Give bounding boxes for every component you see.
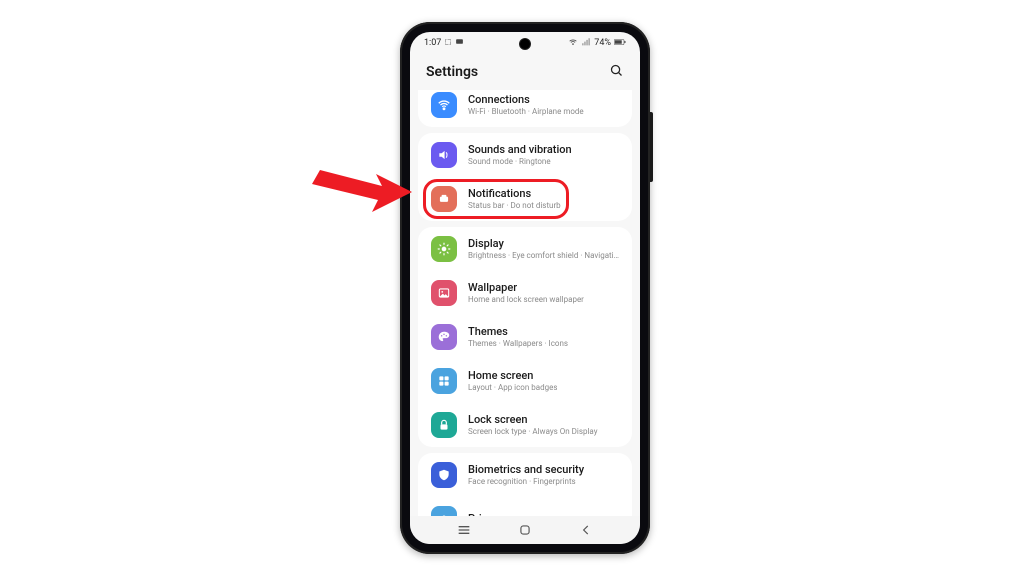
nav-back-button[interactable] bbox=[578, 522, 594, 538]
image-icon bbox=[431, 280, 457, 306]
lock-icon bbox=[431, 412, 457, 438]
bell-icon bbox=[431, 186, 457, 212]
sun-icon bbox=[431, 236, 457, 262]
palette-icon bbox=[431, 324, 457, 350]
item-title: Notifications bbox=[468, 187, 561, 200]
settings-header: Settings bbox=[410, 54, 640, 90]
settings-list[interactable]: Connections Wi-Fi · Bluetooth · Airplane… bbox=[410, 90, 640, 516]
settings-item-home[interactable]: Home screen Layout · App icon badges bbox=[418, 359, 632, 403]
settings-item-wallpaper[interactable]: Wallpaper Home and lock screen wallpaper bbox=[418, 271, 632, 315]
wifi-icon bbox=[431, 92, 457, 118]
settings-item-biometrics[interactable]: Biometrics and security Face recognition… bbox=[418, 453, 632, 497]
item-subtitle: Home and lock screen wallpaper bbox=[468, 295, 584, 305]
annotation-arrow-icon bbox=[312, 170, 422, 230]
item-subtitle: Layout · App icon badges bbox=[468, 383, 557, 393]
volume-icon bbox=[431, 142, 457, 168]
item-title: Sounds and vibration bbox=[468, 143, 572, 156]
item-title: Home screen bbox=[468, 369, 557, 382]
settings-item-notifications[interactable]: Notifications Status bar · Do not distur… bbox=[418, 177, 632, 221]
settings-item-connections[interactable]: Connections Wi-Fi · Bluetooth · Airplane… bbox=[418, 90, 632, 127]
status-card-icon bbox=[455, 37, 464, 49]
item-title: Biometrics and security bbox=[468, 463, 584, 476]
nav-home-button[interactable] bbox=[517, 522, 533, 538]
signal-icon bbox=[581, 37, 591, 50]
item-subtitle: Themes · Wallpapers · Icons bbox=[468, 339, 568, 349]
phone-screen: 1:07 74% bbox=[410, 32, 640, 544]
settings-item-display[interactable]: Display Brightness · Eye comfort shield … bbox=[418, 227, 632, 271]
settings-item-sounds[interactable]: Sounds and vibration Sound mode · Ringto… bbox=[418, 133, 632, 177]
item-subtitle: Brightness · Eye comfort shield · Naviga… bbox=[468, 251, 619, 261]
battery-icon bbox=[614, 38, 626, 49]
settings-group: Connections Wi-Fi · Bluetooth · Airplane… bbox=[418, 90, 632, 127]
item-subtitle: Wi-Fi · Bluetooth · Airplane mode bbox=[468, 107, 584, 117]
search-button[interactable] bbox=[609, 63, 624, 82]
settings-group: Sounds and vibration Sound mode · Ringto… bbox=[418, 133, 632, 221]
settings-group: Display Brightness · Eye comfort shield … bbox=[418, 227, 632, 447]
status-indicator-icon bbox=[444, 38, 452, 49]
item-subtitle: Face recognition · Fingerprints bbox=[468, 477, 584, 487]
settings-item-privacy[interactable]: Privacy bbox=[418, 497, 632, 516]
settings-item-themes[interactable]: Themes Themes · Wallpapers · Icons bbox=[418, 315, 632, 359]
page-title: Settings bbox=[426, 64, 478, 80]
item-title: Display bbox=[468, 237, 619, 250]
front-camera bbox=[520, 39, 530, 49]
battery-text: 74% bbox=[594, 38, 611, 48]
wifi-icon bbox=[568, 37, 578, 50]
item-subtitle: Status bar · Do not disturb bbox=[468, 201, 561, 211]
privacy-icon bbox=[431, 506, 457, 516]
nav-recent-button[interactable] bbox=[456, 522, 472, 538]
shield-icon bbox=[431, 462, 457, 488]
grid-icon bbox=[431, 368, 457, 394]
navigation-bar bbox=[410, 516, 640, 544]
phone-frame: 1:07 74% bbox=[400, 22, 650, 554]
settings-group: Biometrics and security Face recognition… bbox=[418, 453, 632, 516]
status-time: 1:07 bbox=[424, 38, 441, 48]
item-title: Lock screen bbox=[468, 413, 598, 426]
item-title: Wallpaper bbox=[468, 281, 584, 294]
item-title: Themes bbox=[468, 325, 568, 338]
item-title: Connections bbox=[468, 93, 584, 106]
settings-item-lock[interactable]: Lock screen Screen lock type · Always On… bbox=[418, 403, 632, 447]
item-subtitle: Sound mode · Ringtone bbox=[468, 157, 572, 167]
item-subtitle: Screen lock type · Always On Display bbox=[468, 427, 598, 437]
